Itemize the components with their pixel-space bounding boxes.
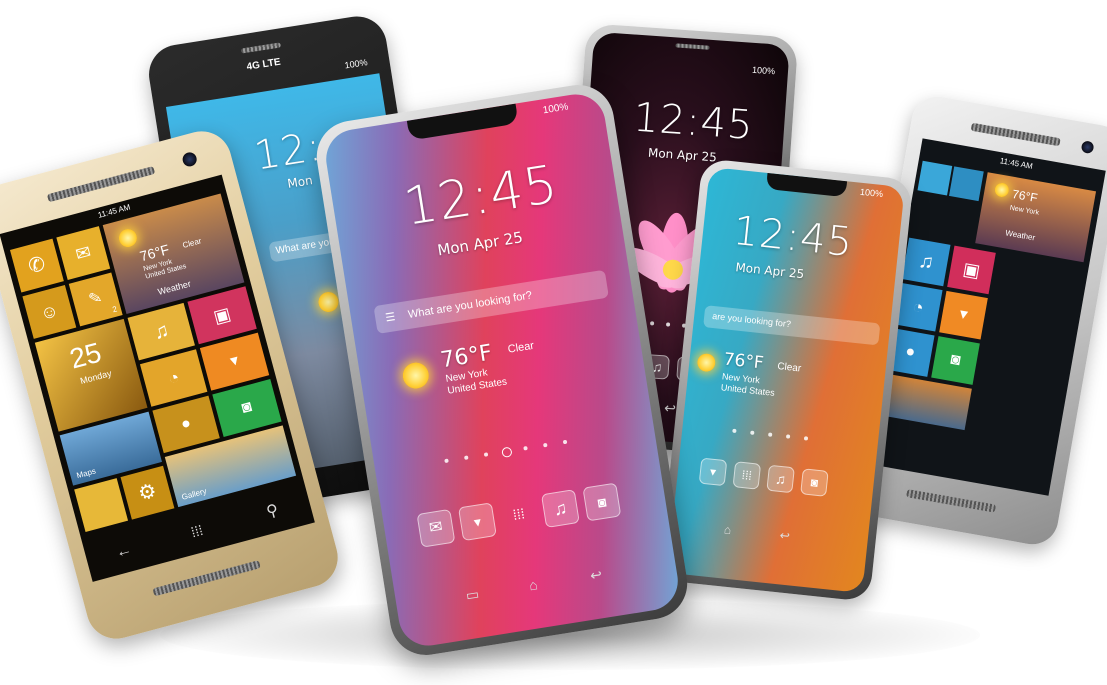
carrier-label: 4G LTE xyxy=(245,56,282,73)
back-button[interactable]: ← xyxy=(114,541,134,563)
apps-grid-icon[interactable]: ⁞⁞⁞ xyxy=(732,461,762,490)
product-photo-stage: 4G LTE 100% 12:4 Mon What are you 100% 1… xyxy=(0,0,1107,685)
apps-grid-icon[interactable]: ⁞⁞⁞ xyxy=(499,496,538,535)
camera-icon[interactable]: ◙ xyxy=(800,468,829,497)
battery-label: 100% xyxy=(542,101,570,117)
lockscreen-date: Mon Apr 25 xyxy=(647,145,718,165)
bottom-speaker xyxy=(152,560,261,597)
phone-screen: 100% 12:45 Mon Apr 25 are you looking fo… xyxy=(667,166,905,594)
lockscreen-date: Mon xyxy=(286,173,314,191)
cart-icon[interactable]: ▾ xyxy=(457,502,497,542)
home-button[interactable]: ⌂ xyxy=(528,576,539,593)
menu-icon[interactable]: ☰ xyxy=(385,311,397,324)
weather-condition: Clear xyxy=(506,339,535,356)
battery-label: 100% xyxy=(751,64,776,77)
mail-icon[interactable]: ✉ xyxy=(56,226,111,281)
battery-label: 100% xyxy=(343,57,369,71)
page-dots xyxy=(732,428,832,445)
calendar-day: 25 xyxy=(66,336,105,375)
tile-teal[interactable] xyxy=(949,166,984,202)
phone-icon[interactable]: ✆ xyxy=(9,238,64,293)
weather-city: New York xyxy=(1009,204,1040,217)
gear-icon[interactable]: ⚙ xyxy=(120,465,175,520)
video-icon[interactable]: ▣ xyxy=(947,245,996,295)
weather-state: United States xyxy=(720,382,776,398)
maps-label: Maps xyxy=(75,466,97,481)
earpiece-speaker xyxy=(240,42,282,54)
music-icon[interactable]: ♫ xyxy=(540,489,580,529)
search-placeholder: What are you looking for? xyxy=(407,289,533,321)
sun-icon xyxy=(400,360,431,391)
calendar-tile[interactable]: 25 Monday xyxy=(34,318,148,432)
back-button[interactable]: ↩ xyxy=(589,566,603,585)
lockscreen-date: Mon Apr 25 xyxy=(436,228,525,260)
notch xyxy=(765,172,848,198)
weather-label: Weather xyxy=(1004,228,1036,243)
front-camera xyxy=(181,150,199,168)
search-hint: are you looking for? xyxy=(711,310,792,330)
search-hint: What are you xyxy=(274,236,336,257)
people-icon[interactable]: ☺ xyxy=(22,284,77,339)
page-dots xyxy=(444,436,593,467)
search-icon[interactable]: ⚲ xyxy=(264,500,281,522)
weather-cond: Clear xyxy=(181,236,203,250)
lockscreen-date: Mon Apr 25 xyxy=(734,260,805,282)
music-icon[interactable]: ♫ xyxy=(766,464,795,494)
back-button[interactable]: ↩ xyxy=(664,399,677,417)
search-bar[interactable]: are you looking for? xyxy=(703,305,881,346)
camera-icon[interactable]: ◙ xyxy=(582,482,622,522)
bottom-speaker xyxy=(906,489,997,513)
status-time: 11:45 AM xyxy=(999,156,1034,171)
battery-label: 100% xyxy=(859,186,884,200)
earpiece-speaker xyxy=(970,122,1061,147)
search-bar[interactable]: ☰ What are you looking for? xyxy=(373,269,609,334)
lockscreen-clock: 12:45 xyxy=(631,94,756,149)
gallery-label: Gallery xyxy=(180,486,208,502)
cart-icon[interactable]: ▾ xyxy=(698,457,728,487)
weather-temp: 76°F xyxy=(722,349,765,374)
cart-icon[interactable]: ▾ xyxy=(939,290,988,340)
tile-blue[interactable] xyxy=(917,160,953,196)
weather-temp: 76°F xyxy=(1011,186,1039,206)
sun-icon xyxy=(993,181,1010,199)
message-count: 2 xyxy=(111,304,119,315)
weather-label: Weather xyxy=(156,278,192,297)
apps-grid-icon[interactable]: ⁞⁞⁞ xyxy=(189,522,204,540)
earpiece-speaker xyxy=(675,43,710,50)
weather-condition: Clear xyxy=(776,361,802,375)
tile-yellow[interactable] xyxy=(74,478,129,533)
message-icon[interactable]: ✎ 2 xyxy=(68,272,123,327)
status-time: 11:45 AM xyxy=(96,202,132,220)
music-icon[interactable]: ♫ xyxy=(901,237,951,287)
sun-icon xyxy=(317,290,340,314)
front-camera xyxy=(1080,140,1095,155)
recent-apps-button[interactable]: ▭ xyxy=(465,585,481,604)
camera-icon[interactable]: ◙ xyxy=(931,336,980,385)
lockscreen-clock: 12:45 xyxy=(730,207,856,267)
back-button[interactable]: ↩ xyxy=(779,528,790,543)
notch xyxy=(406,103,519,141)
mail-icon[interactable]: ✉ xyxy=(416,508,456,548)
home-button[interactable]: ⌂ xyxy=(723,522,732,537)
sun-icon xyxy=(116,227,139,250)
sun-icon xyxy=(696,352,717,373)
phone-blue-right: 100% 12:45 Mon Apr 25 are you looking fo… xyxy=(658,158,914,602)
lockscreen-clock: 12:45 xyxy=(399,154,563,238)
weather-tile[interactable]: 76°F New York Weather xyxy=(975,172,1097,263)
